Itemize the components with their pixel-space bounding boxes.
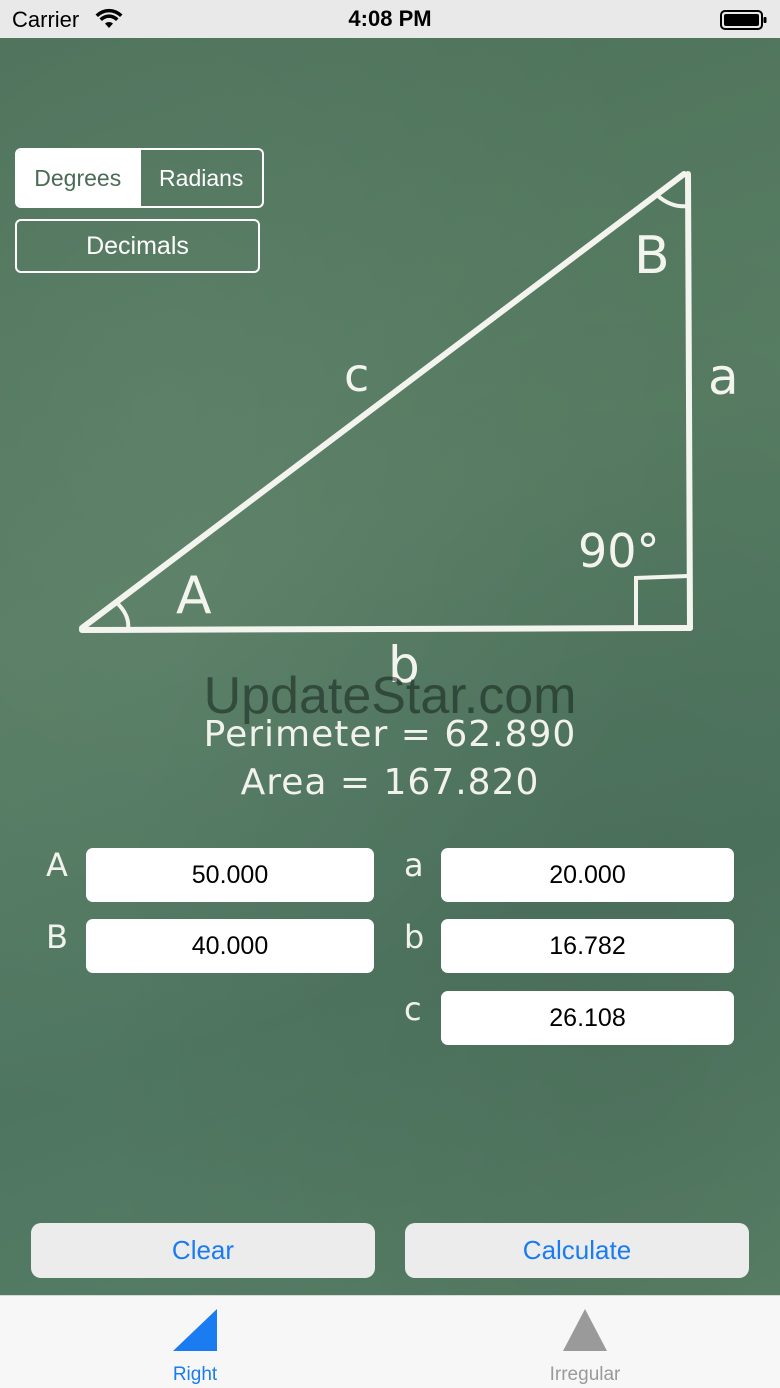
calculate-button[interactable]: Calculate bbox=[405, 1223, 749, 1278]
chalkboard: Degrees Radians Decimals A B a b c 90° U… bbox=[0, 38, 780, 1295]
right-triangle-icon bbox=[173, 1309, 217, 1351]
tab-irregular[interactable]: Irregular bbox=[390, 1296, 780, 1388]
clear-button[interactable]: Clear bbox=[31, 1223, 375, 1278]
tab-right[interactable]: Right bbox=[0, 1296, 390, 1388]
status-time: 4:08 PM bbox=[348, 6, 432, 31]
base-line bbox=[79, 625, 693, 633]
angle-b-arc bbox=[656, 194, 689, 209]
status-bar: Carrier 4:08 PM bbox=[0, 0, 780, 38]
side-c-field-label: c bbox=[404, 990, 422, 1028]
vertex-a-label: A bbox=[176, 566, 212, 626]
side-a-label: a bbox=[708, 348, 739, 406]
side-c-label: c bbox=[344, 348, 370, 402]
vertex-b-label: B bbox=[634, 226, 670, 286]
triangle-icon bbox=[563, 1309, 607, 1351]
right-angle-label: 90° bbox=[578, 524, 660, 578]
angle-a-field[interactable]: 50.000 bbox=[86, 848, 374, 902]
side-a-field[interactable]: 20.000 bbox=[441, 848, 734, 902]
side-b-field[interactable]: 16.782 bbox=[441, 919, 734, 973]
angle-a-field-label: A bbox=[46, 846, 68, 884]
triangle-diagram bbox=[79, 171, 693, 633]
angle-b-field[interactable]: 40.000 bbox=[86, 919, 374, 973]
area-text: Area = 167.820 bbox=[240, 762, 540, 803]
side-a-field-label: a bbox=[404, 846, 424, 884]
battery-icon bbox=[720, 10, 767, 30]
right-angle-mark bbox=[634, 574, 689, 628]
side-b-field-label: b bbox=[404, 918, 425, 956]
angle-b-field-label: B bbox=[46, 918, 68, 956]
tab-right-label: Right bbox=[172, 1364, 218, 1385]
tab-irregular-label: Irregular bbox=[549, 1364, 621, 1385]
side-c-field[interactable]: 26.108 bbox=[441, 991, 734, 1045]
vertical-line bbox=[685, 171, 693, 631]
perimeter-text: Perimeter = 62.890 bbox=[203, 714, 577, 755]
tab-bar: Right Irregular bbox=[0, 1295, 780, 1388]
angle-a-arc bbox=[116, 602, 131, 631]
